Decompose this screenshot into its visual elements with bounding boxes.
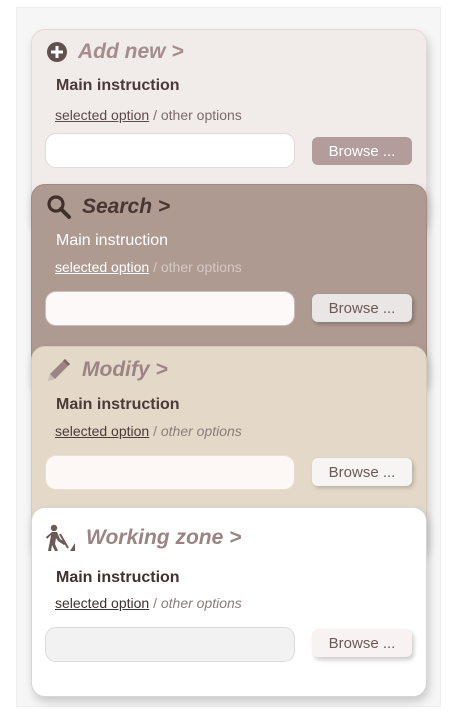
options-line: selected option / other options (55, 259, 242, 275)
browse-button[interactable]: Browse ... (312, 458, 412, 486)
browse-button[interactable]: Browse ... (312, 629, 412, 657)
main-instruction: Main instruction (56, 396, 180, 413)
modify-header[interactable]: Modify > (46, 357, 168, 383)
options-separator: / (149, 423, 161, 439)
other-options-text[interactable]: other options (161, 423, 242, 439)
working-zone-input[interactable] (45, 627, 295, 662)
main-instruction: Main instruction (56, 77, 180, 94)
main-instruction: Main instruction (56, 232, 169, 249)
working-zone-header[interactable]: Working zone > (46, 524, 241, 552)
plus-circle-icon (46, 41, 68, 63)
add-new-input[interactable] (45, 133, 295, 168)
main-instruction: Main instruction (56, 569, 180, 586)
selected-option-link[interactable]: selected option (55, 259, 149, 275)
magnifier-icon (46, 194, 72, 220)
working-zone-panel: Working zone > Main instruction selected… (31, 507, 427, 697)
options-line: selected option / other options (55, 107, 242, 123)
other-options-text[interactable]: / other options (149, 259, 242, 275)
search-input[interactable] (45, 291, 295, 326)
working-zone-title[interactable]: Working zone > (86, 526, 241, 550)
search-header[interactable]: Search > (46, 194, 170, 220)
selected-option-link[interactable]: selected option (55, 107, 149, 123)
add-new-header[interactable]: Add new > (46, 40, 184, 64)
modify-title[interactable]: Modify > (82, 358, 168, 382)
selected-option-link[interactable]: selected option (55, 595, 149, 611)
add-new-title[interactable]: Add new > (78, 40, 184, 64)
pencil-icon (46, 357, 72, 383)
browse-button[interactable]: Browse ... (312, 294, 412, 322)
other-options-text[interactable]: / other options (149, 107, 242, 123)
options-separator: / (149, 595, 161, 611)
selected-option-link[interactable]: selected option (55, 423, 149, 439)
options-line: selected option / other options (55, 423, 242, 439)
other-options-text[interactable]: other options (161, 595, 242, 611)
modify-input[interactable] (45, 455, 295, 490)
browse-button[interactable]: Browse ... (312, 137, 412, 165)
options-line: selected option / other options (55, 595, 242, 611)
search-title[interactable]: Search > (82, 195, 170, 219)
construction-worker-icon (46, 524, 76, 552)
